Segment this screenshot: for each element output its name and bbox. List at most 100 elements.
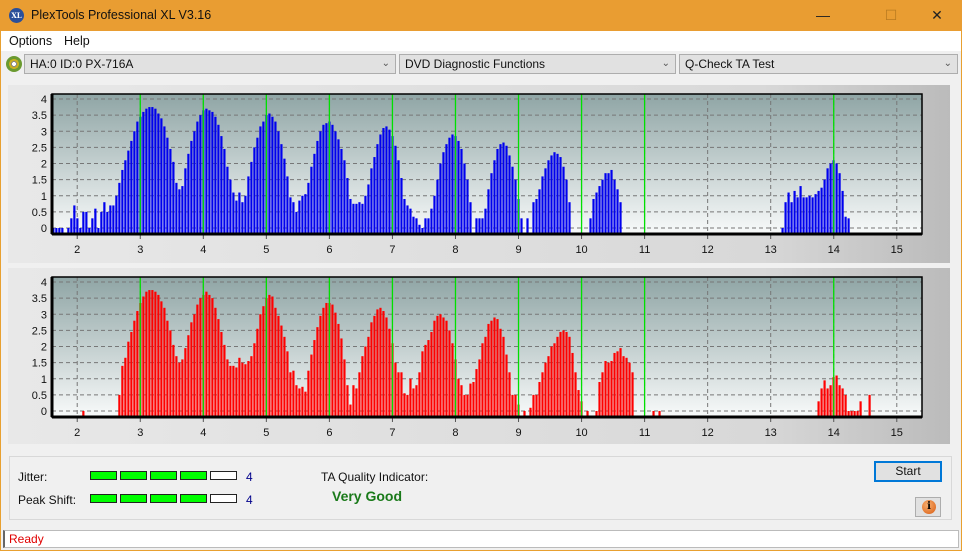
bar (100, 211, 103, 234)
y-tick-label: 2 (41, 159, 47, 171)
bar (487, 323, 490, 417)
bar (235, 200, 238, 234)
bar (190, 140, 193, 234)
bar (436, 315, 439, 417)
bar (292, 202, 295, 234)
bar (604, 361, 607, 417)
bar (352, 385, 355, 417)
bar (484, 336, 487, 417)
maximize-button[interactable]: ☐ (868, 0, 914, 31)
bar (187, 335, 190, 417)
bar (112, 205, 115, 234)
bar (499, 328, 502, 417)
bar (388, 129, 391, 234)
x-tick-label: 12 (702, 427, 714, 439)
bar (169, 330, 172, 417)
bar (457, 378, 460, 417)
menu-help[interactable]: Help (64, 34, 90, 48)
y-tick-label: 4 (41, 277, 47, 289)
bar (130, 331, 133, 417)
meter-segment (180, 471, 207, 480)
bar (820, 187, 823, 234)
bar (475, 218, 478, 234)
bar (319, 131, 322, 234)
bar (619, 348, 622, 417)
bar (463, 394, 466, 417)
test-select-value: Q-Check TA Test (685, 57, 775, 71)
bar (166, 137, 169, 234)
bar (160, 118, 163, 234)
bar (238, 192, 241, 234)
bar (544, 362, 547, 417)
minimize-button[interactable]: — (800, 0, 846, 31)
y-tick-label: 1 (41, 191, 47, 203)
bar (595, 192, 598, 234)
bar (538, 189, 541, 234)
bar (151, 107, 154, 234)
bar (277, 315, 280, 417)
bar (478, 359, 481, 417)
x-tick-label: 2 (74, 427, 80, 439)
bar (619, 202, 622, 234)
bar (808, 195, 811, 234)
x-tick-label: 14 (828, 244, 840, 256)
bar (589, 218, 592, 234)
start-button[interactable]: Start (874, 461, 942, 482)
top-chart: 0 0.5 1 1.5 2 2.5 3 3.5 4 2 3 4 5 6 7 8 9 10 11 12 13 14 15 (32, 93, 923, 256)
bar (601, 372, 604, 417)
meter-segment (210, 471, 237, 480)
bar (598, 186, 601, 234)
title-bar: XL PlexTools Professional XL V3.16 — ☐ ✕ (0, 0, 962, 31)
bar (538, 381, 541, 417)
bar (169, 148, 172, 234)
bar (109, 205, 112, 234)
bar (220, 136, 223, 234)
bar (283, 158, 286, 234)
bar (262, 121, 265, 234)
info-icon: i (922, 500, 936, 514)
bar (292, 370, 295, 417)
bar (550, 155, 553, 234)
bar (319, 315, 322, 417)
info-button[interactable]: i (915, 497, 941, 517)
bar (280, 325, 283, 417)
test-select[interactable]: Q-Check TA Test ⌄ (679, 54, 958, 74)
bar (205, 291, 208, 417)
bar (322, 307, 325, 417)
bar (367, 184, 370, 234)
bar (349, 198, 352, 234)
bar (76, 218, 79, 234)
bar (409, 378, 412, 417)
bar (493, 160, 496, 234)
bar (184, 168, 187, 234)
drive-select[interactable]: HA:0 ID:0 PX-716A ⌄ (24, 54, 396, 74)
meter-segment (90, 471, 117, 480)
bar (859, 401, 862, 417)
bar (229, 365, 232, 417)
bar (838, 173, 841, 234)
close-button[interactable]: ✕ (914, 0, 960, 31)
bar (301, 195, 304, 234)
bar (286, 351, 289, 417)
bar (133, 320, 136, 417)
bar (253, 343, 256, 417)
bar (358, 372, 361, 417)
bar (94, 208, 97, 234)
menu-options[interactable]: Options (9, 34, 52, 48)
bar (559, 331, 562, 417)
bar (223, 344, 226, 417)
bar (220, 331, 223, 417)
bar (82, 211, 85, 234)
bar (157, 113, 160, 234)
bar (121, 169, 124, 234)
bar (508, 155, 511, 234)
bar (181, 186, 184, 234)
bar (247, 176, 250, 234)
bar (196, 304, 199, 417)
bar (835, 163, 838, 234)
bar (406, 205, 409, 234)
function-select[interactable]: DVD Diagnostic Functions ⌄ (399, 54, 676, 74)
bar (256, 328, 259, 417)
bar (610, 169, 613, 234)
menu-bar: Options Help (1, 31, 961, 51)
